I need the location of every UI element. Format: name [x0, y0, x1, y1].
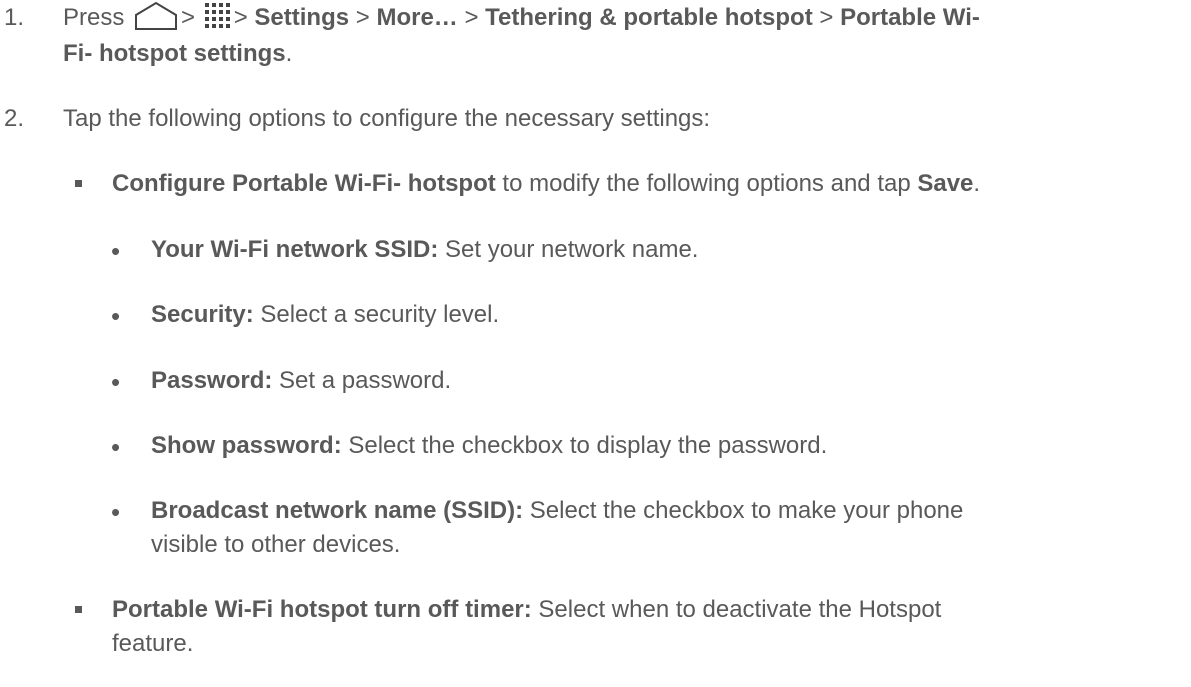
step-2-text: Tap the following options to configure t… — [63, 105, 711, 132]
configure-text: to modify the following options and tap — [495, 170, 918, 197]
step-1-sep-5: > — [819, 4, 834, 31]
timer-text: Select when to deactivate the Hotspot — [531, 596, 942, 623]
square-bullet — [75, 606, 82, 613]
step-1-text-cont: Fi- hotspot settings. — [63, 37, 292, 71]
square-bullet — [75, 180, 82, 187]
step-1-sep-2: > — [233, 4, 248, 31]
configure-item: Configure Portable Wi-Fi- hotspot to mod… — [112, 167, 980, 201]
option-password-label: Password: — [151, 367, 273, 394]
step-1-number: 1. — [4, 4, 25, 31]
bullet-dot: • — [111, 497, 121, 527]
bullet-dot: • — [111, 236, 121, 266]
path-tethering: Tethering & portable hotspot — [485, 4, 813, 31]
step-2-number: 2. — [4, 105, 25, 132]
apps-grid-icon — [204, 2, 232, 30]
bullet-dot: • — [111, 432, 121, 462]
option-broadcast-text: Select the checkbox to make your phone — [523, 497, 964, 524]
configure-save: Save — [917, 170, 974, 197]
option-show-password: Show password: Select the checkbox to di… — [151, 429, 827, 463]
timer-cont: feature. — [112, 630, 194, 657]
bullet-dot: • — [111, 301, 121, 331]
option-ssid-label: Your Wi-Fi network SSID: — [151, 236, 439, 263]
path-hotspot-settings: Fi- hotspot settings — [63, 40, 286, 67]
option-security-text: Select a security level. — [253, 301, 500, 328]
timer-bold: Portable Wi-Fi hotspot turn off timer: — [112, 596, 532, 623]
step-1-text: Press > > Settings > More… > Tethering &… — [63, 1, 980, 35]
option-security: Security: Select a security level. — [151, 298, 499, 332]
option-ssid: Your Wi-Fi network SSID: Set your networ… — [151, 233, 698, 267]
configure-end: . — [973, 170, 981, 197]
step-1-sep-3: > — [355, 4, 370, 31]
path-more: More… — [376, 4, 458, 31]
option-broadcast: Broadcast network name (SSID): Select th… — [151, 494, 963, 528]
option-security-label: Security: — [151, 301, 254, 328]
option-ssid-text: Set your network name. — [438, 236, 699, 263]
option-show-password-label: Show password: — [151, 432, 342, 459]
bullet-dot: • — [111, 367, 121, 397]
option-show-password-text: Select the checkbox to display the passw… — [341, 432, 828, 459]
option-password: Password: Set a password. — [151, 364, 451, 398]
option-broadcast-label: Broadcast network name (SSID): — [151, 497, 524, 524]
configure-bold: Configure Portable Wi-Fi- hotspot — [112, 170, 496, 197]
timer-item: Portable Wi-Fi hotspot turn off timer: S… — [112, 593, 941, 627]
step-1-sep-1: > — [181, 4, 196, 31]
path-portable-wifi: Portable Wi- — [840, 4, 980, 31]
step-1-end: . — [285, 40, 293, 67]
option-broadcast-cont: visible to other devices. — [151, 531, 401, 558]
option-password-text: Set a password. — [272, 367, 452, 394]
step-1-press: Press — [63, 4, 125, 31]
step-1-sep-4: > — [464, 4, 479, 31]
path-settings: Settings — [254, 4, 350, 31]
home-icon — [133, 1, 179, 31]
